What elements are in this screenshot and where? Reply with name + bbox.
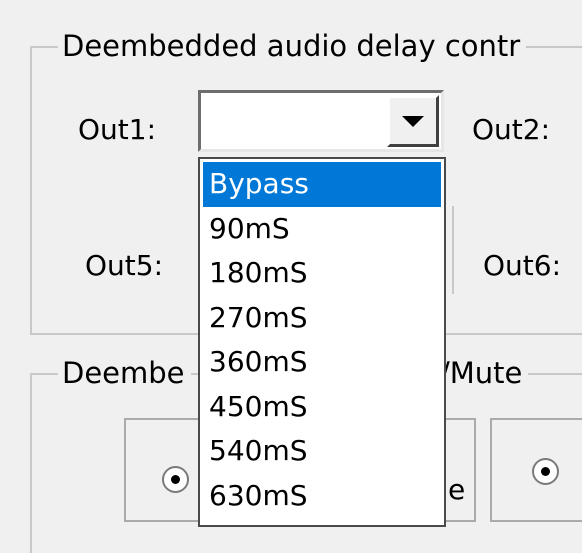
mute-group-title-suffix: /Mute bbox=[436, 356, 529, 390]
dropdown-option-270ms[interactable]: 270mS bbox=[203, 295, 441, 340]
dropdown-option-bypass[interactable]: Bypass bbox=[203, 162, 441, 207]
chevron-down-icon bbox=[402, 116, 424, 127]
radio-selected-icon[interactable] bbox=[162, 466, 189, 493]
dropdown-option-360ms[interactable]: 360mS bbox=[203, 340, 441, 385]
out6-label: Out6: bbox=[483, 249, 562, 282]
dropdown-option-90ms[interactable]: 90mS bbox=[203, 206, 441, 251]
combo-dropdown-button[interactable] bbox=[387, 95, 439, 147]
out1-delay-combobox[interactable] bbox=[198, 90, 444, 152]
out1-label: Out1: bbox=[78, 113, 157, 146]
dropdown-option-180ms[interactable]: 180mS bbox=[203, 251, 441, 296]
mute-option-label-fragment: e bbox=[448, 473, 466, 506]
mute-group-title: Deembe bbox=[58, 356, 191, 390]
radio-selected-icon[interactable] bbox=[532, 458, 559, 485]
dropdown-option-540ms[interactable]: 540mS bbox=[203, 429, 441, 474]
dropdown-option-450ms[interactable]: 450mS bbox=[203, 384, 441, 429]
out5-label: Out5: bbox=[85, 249, 164, 282]
delay-options-dropdown[interactable]: Bypass 90mS 180mS 270mS 360mS 450mS 540m… bbox=[198, 157, 446, 527]
out2-label: Out2: bbox=[472, 113, 551, 146]
delay-control-group-title: Deembedded audio delay contr bbox=[58, 29, 527, 63]
dropdown-option-630ms[interactable]: 630mS bbox=[203, 473, 441, 518]
